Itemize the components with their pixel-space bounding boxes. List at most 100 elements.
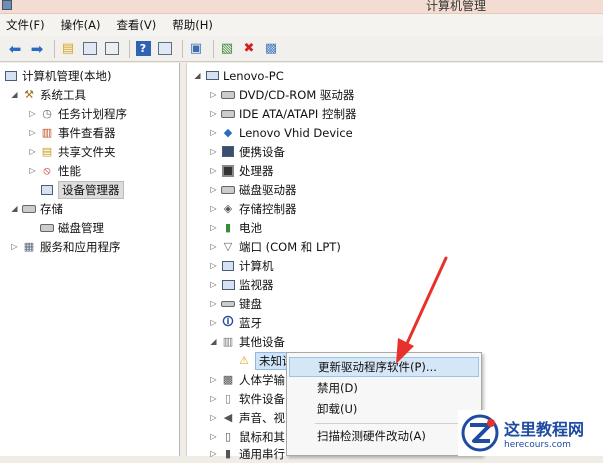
device-category-label: 磁盘驱动器: [239, 182, 297, 197]
menu-action[interactable]: 操作(A): [61, 17, 101, 33]
menu-file[interactable]: 文件(F): [6, 17, 45, 33]
update-driver-button[interactable]: ▧: [218, 40, 236, 58]
collapsed-arrow-icon[interactable]: ▷: [209, 128, 218, 137]
device-category[interactable]: ▷ 处理器: [209, 161, 274, 180]
device-category[interactable]: ▷ 计算机: [209, 256, 273, 275]
collapsed-arrow-icon[interactable]: ▷: [28, 128, 37, 137]
properties-button[interactable]: [103, 40, 121, 58]
collapsed-arrow-icon[interactable]: ▷: [209, 280, 218, 289]
collapsed-arrow-icon[interactable]: ▷: [28, 147, 37, 156]
expanded-arrow-icon[interactable]: ◢: [209, 337, 218, 346]
device-category[interactable]: ▷ 磁盘驱动器: [209, 180, 297, 199]
show-hide-tree-button[interactable]: [81, 40, 99, 58]
tree-label: 存储: [40, 201, 63, 216]
menu-help[interactable]: 帮助(H): [172, 17, 213, 33]
tree-node-services-apps[interactable]: ▷ ▦ 服务和应用程序: [10, 237, 120, 256]
context-uninstall[interactable]: 卸载(U): [289, 399, 479, 419]
disk-drive-icon: [221, 183, 235, 197]
other-devices-icon: ▥: [222, 335, 234, 348]
collapsed-arrow-icon[interactable]: ▷: [209, 432, 218, 441]
context-disable[interactable]: 禁用(D): [289, 378, 479, 398]
collapsed-arrow-icon[interactable]: ▷: [209, 413, 218, 422]
collapsed-arrow-icon[interactable]: ▷: [209, 204, 218, 213]
device-category[interactable]: ▷ ▩ 人体学输: [209, 370, 285, 389]
services-icon: ▦: [23, 240, 35, 253]
tree-node-root[interactable]: 计算机管理(本地): [4, 66, 111, 85]
tree-node-storage[interactable]: ◢ 存储: [10, 199, 63, 218]
device-category[interactable]: ▷ ◀ 声音、视: [209, 408, 285, 427]
scan-hardware-button[interactable]: ▣: [187, 40, 205, 58]
device-category-other[interactable]: ◢ ▥ 其他设备: [209, 332, 285, 351]
device-category[interactable]: ▷ 🛈 蓝牙: [209, 313, 262, 332]
tree-node-shared-folders[interactable]: ▷ ▤ 共享文件夹: [28, 142, 115, 161]
collapsed-arrow-icon[interactable]: ▷: [209, 109, 218, 118]
context-scan-hardware[interactable]: 扫描检测硬件改动(A): [289, 426, 479, 446]
tree-node-device-manager[interactable]: 设备管理器: [40, 180, 124, 199]
device-category[interactable]: ▷ ▽ 端口 (COM 和 LPT): [209, 237, 341, 256]
context-item-label: 扫描检测硬件改动(A): [317, 429, 426, 443]
tree-node-computer[interactable]: ◢ Lenovo-PC: [193, 66, 283, 85]
context-update-driver[interactable]: 更新驱动程序软件(P)...: [289, 357, 479, 377]
tree-node-event-viewer[interactable]: ▷ ▥ 事件查看器: [28, 123, 116, 142]
collapsed-arrow-icon[interactable]: ▷: [209, 223, 218, 232]
toolbar-divider: [54, 39, 55, 58]
device-category[interactable]: ▷ IDE ATA/ATAPI 控制器: [209, 104, 356, 123]
watermark: 这里教程网 herecours.com: [458, 410, 603, 456]
device-category[interactable]: ▷ ▯ 软件设备: [209, 389, 285, 408]
console-tree[interactable]: 计算机管理(本地) ◢ ⚒ 系统工具 ▷ ◷ 任务计划程序 ▷ ▥ 事件查看器 …: [0, 63, 180, 456]
collapsed-arrow-icon[interactable]: ▷: [209, 299, 218, 308]
device-category-label: 处理器: [239, 163, 274, 178]
action-pane-button[interactable]: [156, 40, 174, 58]
console-tree-icon: [83, 42, 97, 55]
collapsed-arrow-icon[interactable]: ▷: [209, 318, 218, 327]
toolbar-divider: [213, 39, 214, 58]
collapsed-arrow-icon[interactable]: ▷: [209, 242, 218, 251]
collapsed-arrow-icon[interactable]: ▷: [209, 147, 218, 156]
uninstall-button[interactable]: ✖: [240, 40, 258, 58]
device-category[interactable]: ▷ ▮ 电池: [209, 218, 262, 237]
collapsed-arrow-icon[interactable]: ▷: [28, 166, 37, 175]
device-category[interactable]: ▷ ◈ 存储控制器: [209, 199, 296, 218]
tree-node-system-tools[interactable]: ◢ ⚒ 系统工具: [10, 85, 86, 104]
collapsed-arrow-icon[interactable]: ▷: [209, 394, 218, 403]
tree-label: 事件查看器: [58, 125, 116, 140]
bluetooth-icon: 🛈: [222, 315, 234, 328]
tree-node-performance[interactable]: ▷ ⦸ 性能: [28, 161, 81, 180]
back-button[interactable]: ⬅: [6, 40, 24, 58]
app-icon[interactable]: [2, 0, 12, 10]
device-category[interactable]: ▷ 监视器: [209, 275, 273, 294]
clock-icon: ◷: [42, 107, 52, 120]
tree-node-task-scheduler[interactable]: ▷ ◷ 任务计划程序: [28, 104, 127, 123]
update-driver-icon: ▧: [220, 41, 234, 56]
shared-folder-icon: ▤: [41, 145, 53, 158]
menu-view[interactable]: 查看(V): [116, 17, 156, 33]
device-category[interactable]: ▷ ▮ 通用串行: [209, 444, 285, 463]
enable-device-icon: ▩: [264, 41, 278, 56]
forward-button[interactable]: ➡: [28, 40, 46, 58]
properties-icon: [105, 42, 119, 55]
up-folder-button[interactable]: ▤: [59, 40, 77, 58]
help-button[interactable]: ?: [134, 40, 152, 58]
collapsed-arrow-icon[interactable]: ▷: [28, 109, 37, 118]
collapsed-arrow-icon[interactable]: ▷: [10, 242, 19, 251]
device-category[interactable]: ▷ ◆ Lenovo Vhid Device: [209, 123, 352, 142]
collapsed-arrow-icon[interactable]: ▷: [209, 166, 218, 175]
device-category[interactable]: ▷ 便携设备: [209, 142, 285, 161]
enable-device-button[interactable]: ▩: [262, 40, 280, 58]
expanded-arrow-icon[interactable]: ◢: [10, 90, 19, 99]
action-pane-icon: [158, 42, 172, 55]
collapsed-arrow-icon[interactable]: ▷: [209, 185, 218, 194]
arrow-right-icon: ➡: [30, 39, 44, 58]
collapsed-arrow-icon[interactable]: ▷: [209, 261, 218, 270]
processor-icon: [221, 164, 235, 178]
collapsed-arrow-icon[interactable]: ▷: [209, 449, 218, 458]
expanded-arrow-icon[interactable]: ◢: [193, 71, 202, 80]
collapsed-arrow-icon[interactable]: ▷: [209, 375, 218, 384]
expanded-arrow-icon[interactable]: ◢: [10, 204, 19, 213]
tree-node-disk-management[interactable]: 磁盘管理: [40, 218, 104, 237]
storage-icon: [22, 202, 36, 216]
collapsed-arrow-icon[interactable]: ▷: [209, 90, 218, 99]
device-category-label: 端口 (COM 和 LPT): [239, 239, 341, 254]
device-category[interactable]: ▷ DVD/CD-ROM 驱动器: [209, 85, 354, 104]
device-category[interactable]: ▷ 键盘: [209, 294, 262, 313]
